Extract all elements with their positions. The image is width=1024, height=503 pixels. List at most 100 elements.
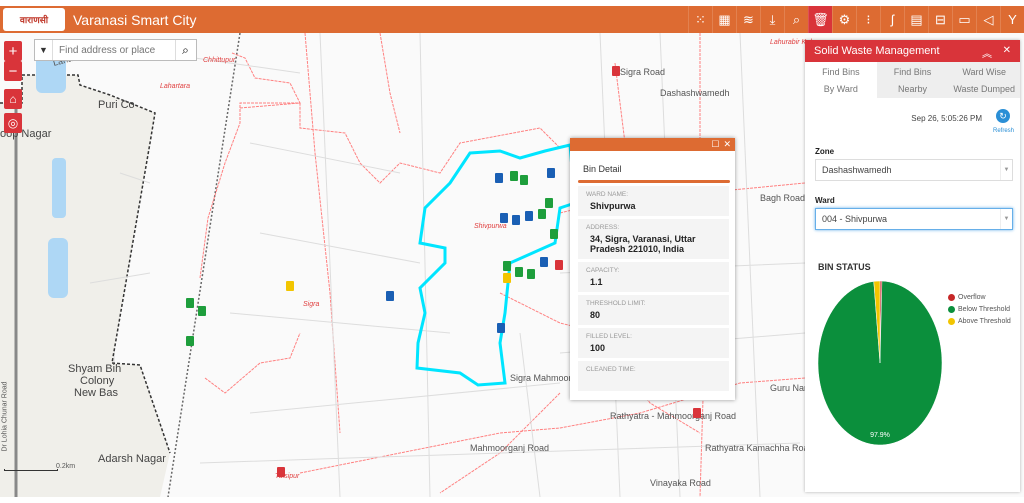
maximize-icon[interactable]: ☐: [711, 139, 719, 150]
popup-field: FILLED LEVEL: 100: [578, 328, 729, 358]
zone-select[interactable]: Dashashwamedh ▼: [815, 159, 1013, 181]
bin-marker-icon[interactable]: [186, 298, 194, 308]
trash-bin-tool-button[interactable]: 🗑: [808, 6, 832, 33]
popup-field: THRESHOLD LIMIT: 80: [578, 295, 729, 325]
popup-field: CAPACITY: 1.1: [578, 262, 729, 292]
chat-icon: ▭: [958, 11, 971, 27]
bin-marker-icon[interactable]: [525, 211, 533, 221]
caret-down-icon: ▼: [39, 45, 48, 55]
collapse-icon[interactable]: ︽: [982, 45, 992, 60]
home-button[interactable]: ⌂: [4, 89, 22, 109]
refresh-label[interactable]: Refresh: [993, 128, 1014, 134]
popup-title: Bin Detail: [583, 164, 622, 174]
solid-waste-panel: Solid Waste Management ︽ ✕ Find Bins By W…: [805, 40, 1021, 492]
network-icon: Y: [1008, 12, 1017, 27]
search-source-dropdown[interactable]: ▼: [35, 40, 53, 60]
locate-button[interactable]: ◎: [4, 113, 22, 133]
bus-tool-button[interactable]: ⊟: [928, 6, 952, 33]
bin-marker-icon[interactable]: [515, 267, 523, 277]
bin-marker-icon[interactable]: [503, 273, 511, 283]
bin-marker-icon[interactable]: [198, 306, 206, 316]
bin-marker-icon[interactable]: [538, 209, 546, 219]
streetlight-tool-button[interactable]: ʃ: [880, 6, 904, 33]
layers-tool-button[interactable]: ≋: [736, 6, 760, 33]
bin-marker-icon[interactable]: [386, 291, 394, 301]
legend-label: Below Threshold: [958, 306, 1011, 313]
chat-tool-button[interactable]: ▭: [952, 6, 976, 33]
grid-tool-button[interactable]: ▦: [712, 6, 736, 33]
bin-marker-icon[interactable]: [547, 168, 555, 178]
field-label: WARD NAME:: [586, 191, 629, 198]
chevron-down-icon: ▼: [1000, 160, 1012, 180]
legend-swatch: [948, 318, 955, 325]
bin-marker-icon[interactable]: [277, 467, 285, 477]
bin-marker-icon[interactable]: [286, 281, 294, 291]
chevron-down-icon: ▼: [1000, 209, 1012, 229]
divider: [578, 180, 730, 183]
bin-marker-icon[interactable]: [510, 171, 518, 181]
map-label-chunar-road: Dr Lohia Chunar Road: [1, 381, 9, 452]
download-tool-button[interactable]: ⤓: [760, 6, 784, 33]
popup-field: CLEANED TIME:: [578, 361, 729, 391]
bin-marker-icon[interactable]: [500, 213, 508, 223]
search-button[interactable]: ⌕: [175, 40, 195, 60]
calendar-tool-button[interactable]: ▤: [904, 6, 928, 33]
panel-title: Solid Waste Management: [814, 45, 940, 57]
tab-find-bins-by-ward[interactable]: Find Bins By Ward: [805, 62, 877, 98]
bin-detail-popup: ☐ ✕ Bin Detail WARD NAME: Shivpurwa ADDRES…: [570, 138, 735, 400]
map-label-bagh-road: Bagh Road: [760, 193, 806, 203]
grid-small-tool-button[interactable]: ⁙: [688, 6, 712, 33]
legend-item[interactable]: Overflow: [948, 294, 986, 301]
map-label-sigra: Sigra: [303, 301, 320, 308]
search-input[interactable]: [53, 44, 175, 56]
bin-marker-icon[interactable]: [495, 173, 503, 183]
tab-label: Find Bins: [822, 67, 860, 77]
home-icon: ⌂: [9, 92, 17, 106]
calendar-icon: ▤: [910, 11, 923, 27]
tab-find-bins-nearby[interactable]: Find Bins Nearby: [876, 62, 949, 98]
legend-label: Above Threshold: [958, 318, 1011, 325]
zone-label: Zone: [815, 147, 835, 156]
zoom-out-button[interactable]: −: [4, 61, 22, 81]
popup-field: ADDRESS: 34, Sigra, Varanasi, Uttar Prade…: [578, 219, 729, 259]
layers-icon: ≋: [743, 11, 754, 27]
zone-value: Dashashwamedh: [822, 165, 892, 175]
bin-marker-icon[interactable]: [497, 323, 505, 333]
legend-item[interactable]: Above Threshold: [948, 318, 1011, 325]
megaphone-tool-button[interactable]: ◁: [976, 6, 1000, 33]
settings-icon: ⚙: [838, 11, 851, 27]
bin-marker-icon[interactable]: [555, 260, 563, 270]
tab-label: Nearby: [898, 84, 928, 94]
pie-data-label: 97.9%: [870, 432, 890, 439]
bin-marker-icon[interactable]: [520, 175, 528, 185]
map-label-adarsh: Adarsh Nagar: [98, 453, 166, 465]
toolbar: ⁙ ▦ ≋ ⤓ ⌕ 🗑 ⚙ ⁝ ʃ ▤ ⊟ ▭ ◁ Y: [688, 6, 1024, 33]
close-icon[interactable]: ✕: [1003, 45, 1011, 56]
bin-marker-icon[interactable]: [512, 215, 520, 225]
refresh-button[interactable]: ↻: [996, 109, 1010, 123]
field-value: 80: [590, 310, 601, 320]
bin-marker-icon[interactable]: [693, 408, 701, 418]
legend-item[interactable]: Below Threshold: [948, 306, 1010, 313]
bin-marker-icon[interactable]: [503, 261, 511, 271]
tab-label: Ward Wise: [962, 67, 1007, 77]
settings-tool-button[interactable]: ⚙: [832, 6, 856, 33]
bin-marker-icon[interactable]: [527, 269, 535, 279]
zoom-in-button[interactable]: +: [4, 41, 22, 61]
bin-marker-icon[interactable]: [186, 336, 194, 346]
bin-marker-icon[interactable]: [612, 66, 620, 76]
ward-select[interactable]: 004 - Shivpurwa ▼: [815, 208, 1013, 230]
scale-bar: [4, 469, 58, 471]
network-tool-button[interactable]: Y: [1000, 6, 1024, 33]
bin-marker-icon[interactable]: [550, 229, 558, 239]
bin-status-pie-chart: 97.9%: [817, 280, 943, 446]
ward-label: Ward: [815, 196, 835, 205]
bin-marker-icon[interactable]: [545, 198, 553, 208]
traffic-light-tool-button[interactable]: ⁝: [856, 6, 880, 33]
tab-ward-wise-waste-dumped[interactable]: Ward Wise Waste Dumped: [948, 62, 1021, 98]
close-icon[interactable]: ✕: [723, 139, 731, 150]
zoom-search-tool-button[interactable]: ⌕: [784, 6, 808, 33]
legend-swatch: [948, 294, 955, 301]
bin-marker-icon[interactable]: [540, 257, 548, 267]
bin-status-title: BIN STATUS: [818, 262, 871, 272]
